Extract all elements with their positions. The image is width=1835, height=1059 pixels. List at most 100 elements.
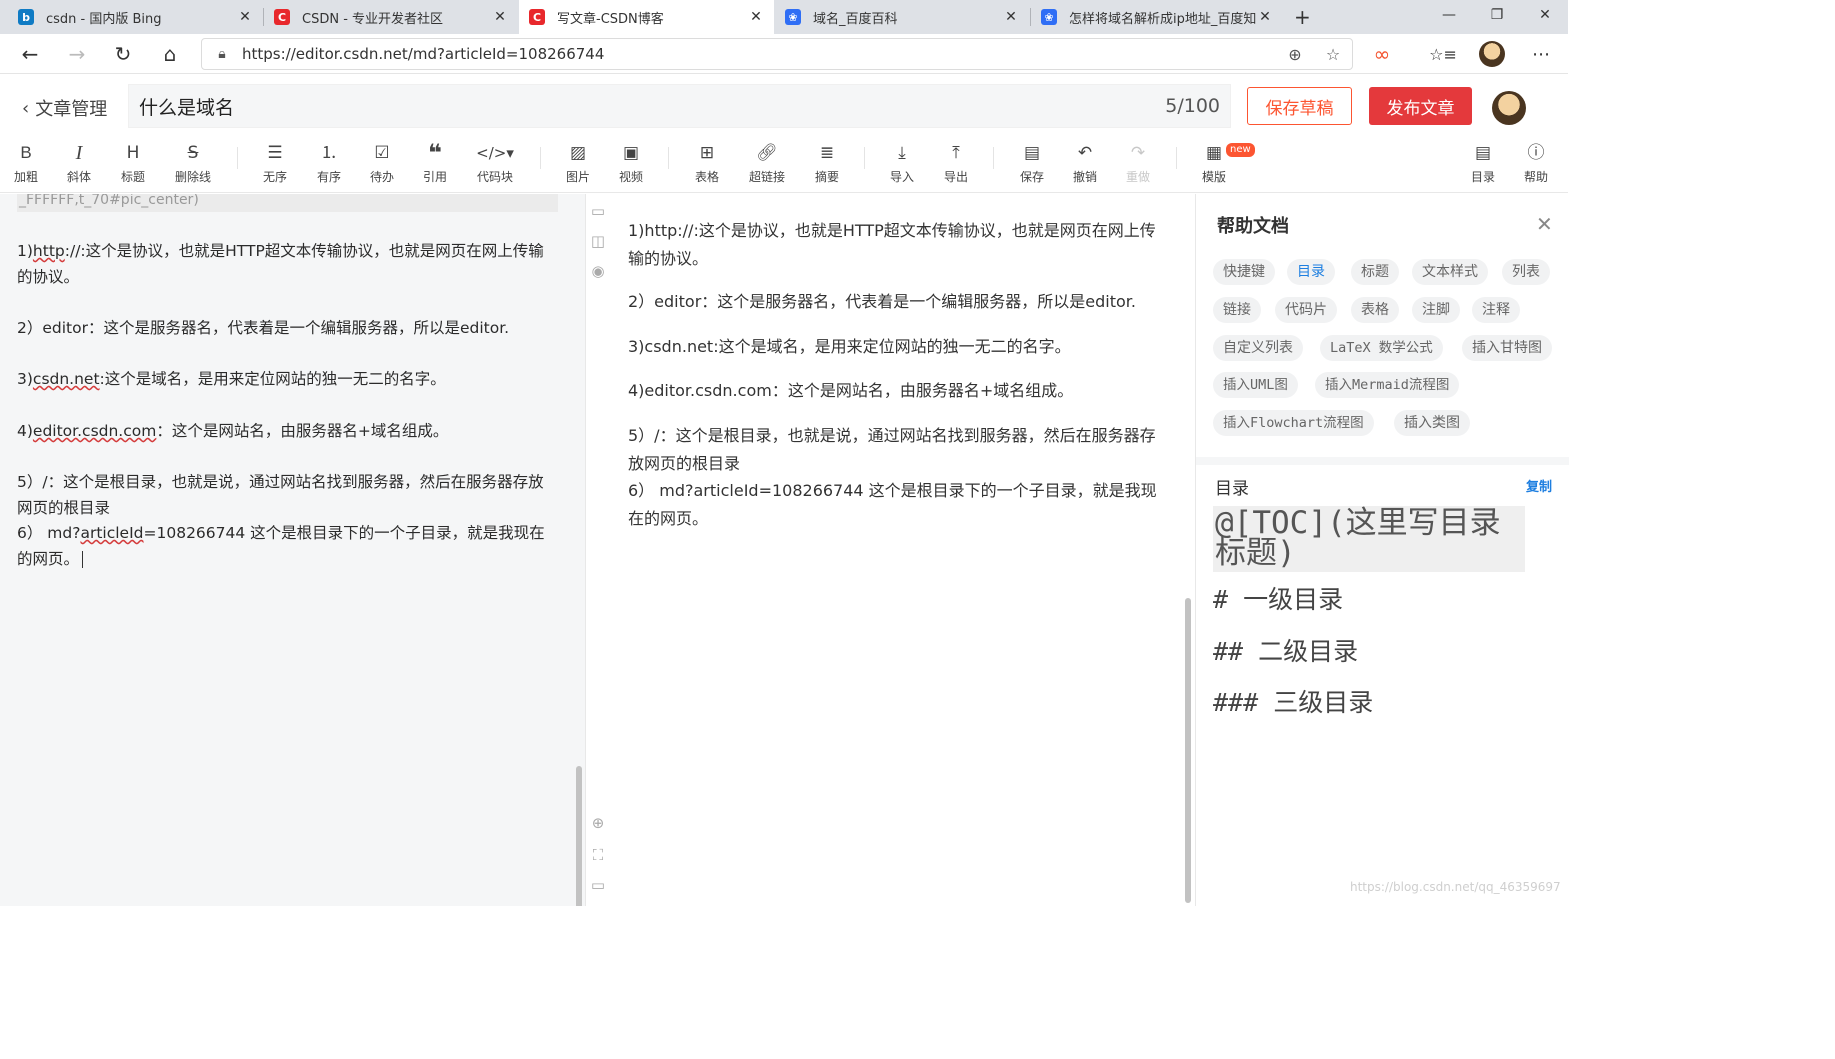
help-chip[interactable]: 链接 (1213, 297, 1261, 323)
sync-scroll-icon[interactable]: ⊕ (590, 814, 606, 832)
italic-button[interactable]: I 斜体 (53, 141, 105, 185)
source-paragraph-1[interactable]: 1)http://:这个是协议，也就是HTTP超文本传输协议，也就是网页在网上传… (17, 239, 557, 290)
fullscreen-icon[interactable]: ⛶ (590, 846, 606, 864)
help-chip[interactable]: 插入Flowchart流程图 (1213, 410, 1374, 436)
publish-button[interactable]: 发布文章 (1369, 87, 1472, 125)
more-menu-icon[interactable]: ⋯ (1525, 40, 1557, 68)
copy-link[interactable]: 复制 (1526, 476, 1552, 495)
help-chip[interactable]: 文本样式 (1412, 259, 1488, 285)
save-draft-button[interactable]: 保存草稿 (1247, 87, 1352, 125)
home-icon[interactable]: ⌂ (155, 40, 185, 68)
todo-list-button[interactable]: ☑ 待办 (356, 141, 408, 185)
source-paragraph-5[interactable]: 5）/：这个是根目录，也就是说，通过网站名找到服务器，然后在服务器存放网页的根目… (17, 470, 557, 521)
close-icon[interactable]: ✕ (492, 9, 508, 25)
help-chip[interactable]: 代码片 (1275, 297, 1337, 323)
code-block-button[interactable]: </>▾ 代码块 (469, 141, 521, 185)
help-chip[interactable]: 表格 (1351, 297, 1399, 323)
user-avatar[interactable] (1492, 91, 1526, 125)
browser-tab-zhidao[interactable]: ❀ 怎样将域名解析成ip地址_百度知 ✕ (1031, 0, 1283, 34)
split-view-icon[interactable]: ◫ (590, 232, 606, 250)
help-chip[interactable]: LaTeX 数学公式 (1320, 335, 1443, 361)
close-icon[interactable]: ✕ (748, 9, 764, 25)
browser-tab-baike[interactable]: ❀ 域名_百度百科 ✕ (775, 0, 1029, 34)
redo-icon: ↷ (1130, 143, 1146, 163)
bing-icon: b (18, 9, 34, 25)
bold-button[interactable]: B 加粗 (0, 141, 52, 185)
redo-button[interactable]: ↷ 重做 (1112, 141, 1164, 185)
markdown-editor[interactable]: _FFFFFF,t_70#pic_center) 1)http://:这个是协议… (0, 194, 585, 906)
toc-button[interactable]: ▤ 目录 (1457, 141, 1509, 185)
extension-icon[interactable]: ∞ (1366, 40, 1398, 68)
quote-button[interactable]: ❝ 引用 (409, 141, 461, 185)
preview-paragraph-4: 4)editor.csdn.com：这个是网站名，由服务器名+域名组成。 (628, 381, 1074, 400)
minimize-button[interactable]: — (1426, 0, 1472, 30)
help-chip[interactable]: 插入类图 (1394, 410, 1470, 436)
close-icon[interactable]: ✕ (1003, 9, 1019, 25)
article-title[interactable]: 什么是域名 (139, 93, 1165, 120)
back-arrow-icon[interactable]: ← (15, 40, 45, 68)
address-bar[interactable]: 🔒︎ https://editor.csdn.net/md?articleId=… (201, 38, 1353, 70)
source-line: _FFFFFF,t_70#pic_center) (17, 194, 558, 212)
zoom-icon[interactable]: ⊕ (1276, 45, 1314, 64)
help-chip[interactable]: 自定义列表 (1213, 335, 1303, 361)
heading-button[interactable]: H 标题 (107, 141, 159, 185)
undo-button[interactable]: ↶ 撤销 (1059, 141, 1111, 185)
lock-icon[interactable]: 🔒︎ (202, 46, 242, 62)
help-chip[interactable]: 快捷键 (1213, 259, 1275, 285)
help-chip[interactable]: 插入甘特图 (1462, 335, 1552, 361)
url-text[interactable]: https://editor.csdn.net/md?articleId=108… (242, 45, 1276, 63)
ordered-list-button[interactable]: ⒈ 有序 (303, 141, 355, 185)
monitor-icon[interactable]: ▭ (590, 876, 606, 894)
article-title-input[interactable]: 什么是域名 5/100 (128, 84, 1231, 128)
source-paragraph-2[interactable]: 2）editor：这个是服务器名，代表着是一个编辑服务器，所以是editor. (17, 316, 557, 342)
editor-header: ‹ 文章管理 什么是域名 5/100 保存草稿 发布文章 (0, 75, 1568, 137)
new-tab-button[interactable]: + (1288, 0, 1316, 34)
preview-eye-icon[interactable]: ◉ (590, 262, 606, 280)
source-paragraph-3[interactable]: 3)csdn.net:这个是域名，是用来定位网站的独一无二的名字。 (17, 367, 557, 393)
preview-scrollbar[interactable] (1185, 598, 1191, 903)
toc-example-h2: ## 二级目录 (1213, 637, 1359, 666)
video-button[interactable]: ▣ 视频 (605, 141, 657, 185)
source-paragraph-4[interactable]: 4)editor.csdn.com：这个是网站名，由服务器名+域名组成。 (17, 419, 557, 445)
help-button[interactable]: ⓘ 帮助 (1510, 141, 1562, 185)
help-chip[interactable]: 列表 (1502, 259, 1550, 285)
browser-tab-bing[interactable]: b csdn - 国内版 Bing ✕ (8, 0, 263, 34)
save-button[interactable]: ▤ 保存 (1006, 141, 1058, 185)
summary-button[interactable]: ≣ 摘要 (801, 141, 853, 185)
import-button[interactable]: ⤓ 导入 (876, 141, 928, 185)
favorite-star-icon[interactable]: ☆ (1314, 45, 1352, 64)
single-column-icon[interactable]: ▭ (590, 202, 606, 220)
close-icon[interactable]: ✕ (1257, 9, 1273, 25)
preview-paragraph-2: 2）editor：这个是服务器名，代表着是一个编辑服务器，所以是editor. (628, 292, 1136, 311)
help-chip[interactable]: 插入UML图 (1213, 372, 1298, 398)
back-to-article-management[interactable]: ‹ 文章管理 (22, 95, 107, 121)
image-icon: ▨ (569, 143, 587, 163)
help-chip[interactable]: 注释 (1472, 297, 1520, 323)
refresh-icon[interactable]: ↻ (108, 40, 138, 68)
title-char-count: 5/100 (1165, 95, 1220, 117)
table-button[interactable]: ⊞ 表格 (681, 141, 733, 185)
window-close-button[interactable]: ✕ (1522, 0, 1568, 30)
strikethrough-button[interactable]: S 删除线 (167, 141, 219, 185)
maximize-button[interactable]: ❐ (1474, 0, 1520, 30)
close-icon[interactable]: ✕ (237, 9, 253, 25)
forward-arrow-icon[interactable]: → (62, 40, 92, 68)
help-chip[interactable]: 标题 (1351, 259, 1399, 285)
image-button[interactable]: ▨ 图片 (552, 141, 604, 185)
export-button[interactable]: ⤒ 导出 (930, 141, 982, 185)
help-chip[interactable]: 注脚 (1412, 297, 1460, 323)
editor-scrollbar[interactable] (576, 766, 582, 906)
help-chip[interactable]: 插入Mermaid流程图 (1315, 372, 1460, 398)
view-mode-strip: ▭ ◫ ◉ ⊕ ⛶ ▭ (585, 194, 609, 906)
favorites-list-icon[interactable]: ☆≡ (1427, 40, 1459, 68)
help-chip[interactable]: 目录 (1287, 259, 1335, 285)
profile-avatar[interactable] (1476, 40, 1508, 68)
browser-tab-csdn-home[interactable]: C CSDN - 专业开发者社区 ✕ (264, 0, 518, 34)
source-paragraph-6[interactable]: 6） md?articleId=108266744 这个是根目录下的一个子目录，… (17, 521, 557, 572)
hyperlink-button[interactable]: 🔗︎ 超链接 (741, 141, 793, 185)
close-icon[interactable]: ✕ (1536, 212, 1553, 236)
unordered-list-button[interactable]: ☰ 无序 (249, 141, 301, 185)
browser-tab-write-article[interactable]: C 写文章-CSDN博客 ✕ (519, 0, 774, 34)
checklist-icon: ☑ (374, 143, 390, 163)
save-icon: ▤ (1023, 143, 1041, 163)
